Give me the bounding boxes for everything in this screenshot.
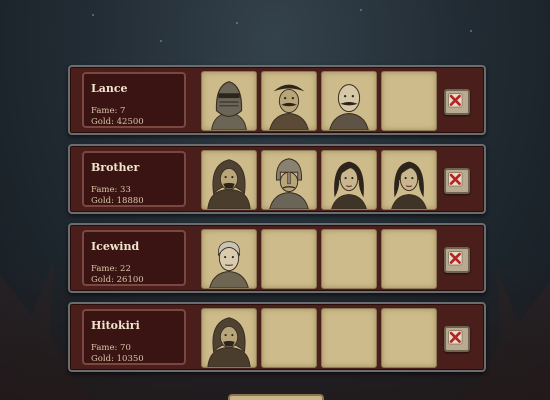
helmeted-warrior-portrait[interactable] bbox=[261, 150, 317, 210]
dark-haired-woman-portrait-image bbox=[331, 161, 367, 209]
red-x-icon bbox=[448, 93, 463, 108]
player-info-box: Lance Fame: 7 Gold: 42500 bbox=[82, 72, 186, 128]
gray-haired-man-portrait-image bbox=[209, 241, 249, 288]
player-gold: Gold: 18880 bbox=[91, 196, 144, 206]
empty-hero-slot[interactable] bbox=[381, 229, 437, 289]
background-star bbox=[160, 40, 162, 42]
bottom-action-button[interactable] bbox=[228, 394, 324, 400]
red-x-icon bbox=[448, 330, 463, 345]
player-fame: Fame: 7 bbox=[91, 106, 126, 116]
empty-hero-slot[interactable] bbox=[381, 71, 437, 131]
dark-haired-woman-portrait[interactable] bbox=[321, 150, 377, 210]
red-x-icon bbox=[448, 172, 463, 187]
empty-hero-slot[interactable] bbox=[321, 229, 377, 289]
bald-mustache-man-portrait[interactable] bbox=[321, 71, 377, 131]
dark-haired-woman-portrait-image bbox=[391, 161, 427, 209]
empty-hero-slot[interactable] bbox=[261, 229, 317, 289]
background-star bbox=[92, 14, 94, 16]
remove-player-button[interactable] bbox=[444, 168, 470, 194]
player-gold: Gold: 10350 bbox=[91, 354, 144, 364]
player-name: Brother bbox=[91, 161, 140, 174]
remove-player-button[interactable] bbox=[444, 326, 470, 352]
helmeted-warrior-portrait-image bbox=[269, 158, 309, 209]
player-gold: Gold: 42500 bbox=[91, 117, 144, 127]
empty-hero-slot[interactable] bbox=[321, 308, 377, 368]
background-star bbox=[236, 22, 238, 24]
dark-haired-woman-portrait[interactable] bbox=[381, 150, 437, 210]
remove-player-button[interactable] bbox=[444, 247, 470, 273]
hooded-man-portrait[interactable] bbox=[201, 308, 257, 368]
background-star bbox=[470, 30, 472, 32]
player-name: Icewind bbox=[91, 240, 140, 253]
player-row: Icewind Fame: 22 Gold: 26100 bbox=[68, 223, 486, 293]
player-gold: Gold: 26100 bbox=[91, 275, 144, 285]
red-x-icon bbox=[448, 251, 463, 266]
mustached-hat-man-portrait-image bbox=[269, 84, 309, 130]
player-info-box: Hitokiri Fame: 70 Gold: 10350 bbox=[82, 309, 186, 365]
helmeted-knight-portrait[interactable] bbox=[201, 71, 257, 131]
player-info-box: Brother Fame: 33 Gold: 18880 bbox=[82, 151, 186, 207]
player-name: Lance bbox=[91, 82, 128, 95]
bald-mustache-man-portrait-image bbox=[329, 84, 369, 130]
player-fame: Fame: 33 bbox=[91, 185, 131, 195]
player-list: Lance Fame: 7 Gold: 42500 Brother Fame: … bbox=[68, 65, 486, 381]
player-name: Hitokiri bbox=[91, 319, 140, 332]
hooded-man-portrait-image bbox=[207, 159, 251, 209]
helmeted-knight-portrait-image bbox=[211, 81, 247, 130]
hooded-man-portrait[interactable] bbox=[201, 150, 257, 210]
player-row: Hitokiri Fame: 70 Gold: 10350 bbox=[68, 302, 486, 372]
game-screen: Lance Fame: 7 Gold: 42500 Brother Fame: … bbox=[0, 0, 550, 400]
player-row: Lance Fame: 7 Gold: 42500 bbox=[68, 65, 486, 135]
mustached-hat-man-portrait[interactable] bbox=[261, 71, 317, 131]
hooded-man-portrait-image bbox=[207, 317, 251, 367]
player-fame: Fame: 22 bbox=[91, 264, 131, 274]
player-row: Brother Fame: 33 Gold: 18880 bbox=[68, 144, 486, 214]
gray-haired-man-portrait[interactable] bbox=[201, 229, 257, 289]
background-star bbox=[360, 9, 362, 11]
empty-hero-slot[interactable] bbox=[381, 308, 437, 368]
player-fame: Fame: 70 bbox=[91, 343, 131, 353]
empty-hero-slot[interactable] bbox=[261, 308, 317, 368]
player-info-box: Icewind Fame: 22 Gold: 26100 bbox=[82, 230, 186, 286]
remove-player-button[interactable] bbox=[444, 89, 470, 115]
